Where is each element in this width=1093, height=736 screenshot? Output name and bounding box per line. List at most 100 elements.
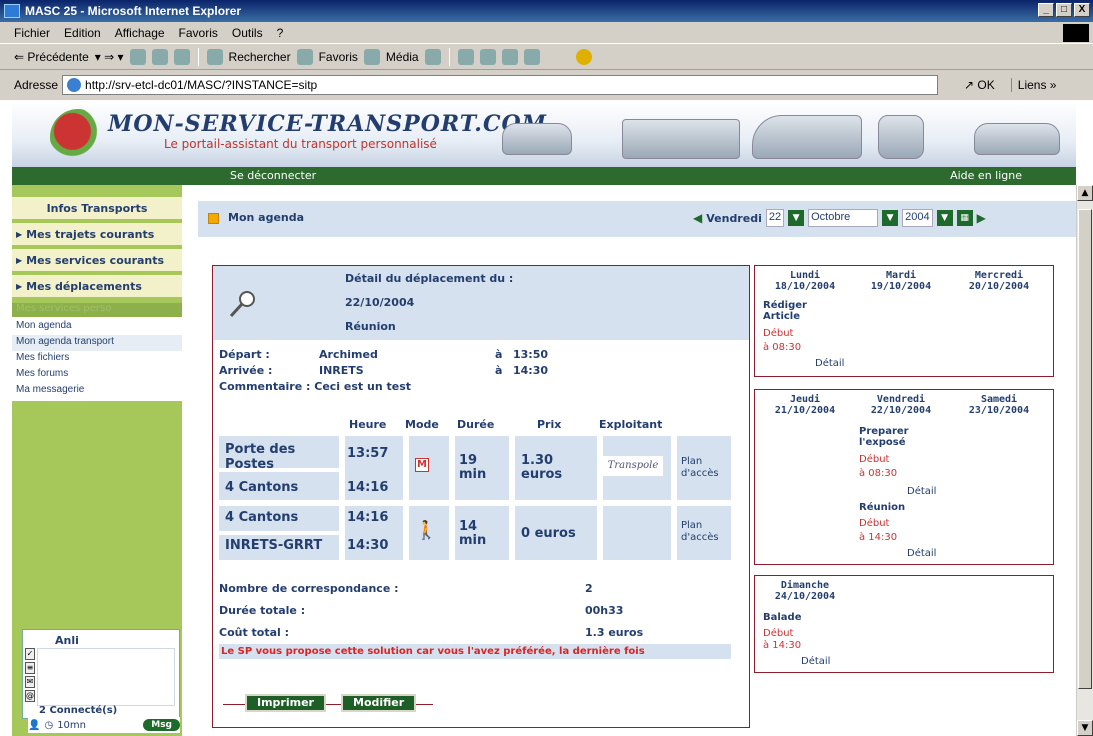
- maximize-button[interactable]: □: [1056, 3, 1072, 17]
- operator-logo: Transpole: [603, 456, 663, 476]
- menu-edition[interactable]: Edition: [64, 26, 101, 40]
- col-header-duree: Durée: [457, 418, 495, 431]
- chat-icon[interactable]: @: [25, 690, 35, 702]
- messenger-contact-list[interactable]: [37, 648, 175, 706]
- summary-value: 2: [585, 582, 593, 595]
- scroll-down-icon[interactable]: ▼: [1077, 720, 1093, 736]
- help-link[interactable]: Aide en ligne: [950, 169, 1022, 182]
- back-button[interactable]: ⇐ Précédente: [14, 50, 89, 64]
- detail-heading: Détail du déplacement du :: [345, 272, 514, 285]
- day-header: Jeudi 21/10/2004: [759, 394, 851, 416]
- month-select[interactable]: Octobre: [808, 209, 879, 227]
- sidebar-item-infos-transports[interactable]: Infos Transports: [12, 197, 182, 221]
- event-time: à 08:30: [859, 468, 898, 479]
- page-title: Mon agenda: [228, 211, 305, 224]
- menu-fichier[interactable]: Fichier: [14, 26, 50, 40]
- sidebar-item-services[interactable]: ▶ Mes services courants: [12, 249, 182, 273]
- links-button[interactable]: Liens »: [1010, 78, 1056, 92]
- prev-day-icon[interactable]: ◀: [693, 211, 702, 225]
- media-icon: [363, 48, 380, 65]
- col-header-prix: Prix: [537, 418, 562, 431]
- site-logo[interactable]: [50, 109, 106, 165]
- calendar-icon[interactable]: ▦: [956, 210, 973, 226]
- sidebar-item-forums[interactable]: Mes forums: [12, 367, 182, 383]
- toolbar-separator: [448, 47, 450, 66]
- logout-link[interactable]: Se déconnecter: [230, 169, 316, 182]
- mail-icon[interactable]: [457, 48, 474, 65]
- check-icon[interactable]: ✓: [25, 648, 35, 660]
- summary-label: Coût total :: [219, 626, 290, 639]
- menu-affichage[interactable]: Affichage: [115, 26, 165, 40]
- sidebar-item-mon-agenda[interactable]: Mon agenda: [12, 319, 182, 335]
- event-time: à 08:30: [763, 342, 802, 353]
- plan-link[interactable]: Plan d'accès: [681, 520, 727, 544]
- event-detail-link[interactable]: Détail: [907, 548, 936, 559]
- event-detail-link[interactable]: Détail: [907, 486, 936, 497]
- plan-link[interactable]: Plan d'accès: [681, 456, 727, 480]
- sidebar-item-deplacements[interactable]: ▶ Mes déplacements: [12, 275, 182, 299]
- col-header-mode: Mode: [405, 418, 439, 431]
- stop-icon[interactable]: [129, 48, 146, 65]
- msg-button[interactable]: Msg: [143, 719, 180, 731]
- trip-detail-panel: Détail du déplacement du : 22/10/2004 Ré…: [212, 265, 750, 728]
- page-scrollbar[interactable]: ▲ ▼: [1076, 185, 1093, 736]
- home-icon[interactable]: [173, 48, 190, 65]
- minimize-button[interactable]: _: [1038, 3, 1054, 17]
- refresh-icon[interactable]: [151, 48, 168, 65]
- sidebar-item-agenda-transport[interactable]: Mon agenda transport: [12, 335, 182, 351]
- sidebar-item-trajets[interactable]: ▶ Mes trajets courants: [12, 223, 182, 247]
- scroll-up-icon[interactable]: ▲: [1077, 185, 1093, 201]
- mail-icon[interactable]: ✉: [25, 676, 35, 688]
- print-button[interactable]: Imprimer: [245, 694, 326, 712]
- go-button[interactable]: ↗ OK: [964, 78, 995, 92]
- forward-button[interactable]: ▾ ⇒ ▾: [95, 50, 124, 64]
- sidebar-item-fichiers[interactable]: Mes fichiers: [12, 351, 182, 367]
- address-input[interactable]: http://srv-etcl-dc01/MASC/?INSTANCE=sitp: [62, 75, 939, 95]
- menu-help[interactable]: ?: [277, 26, 284, 40]
- menu-favoris[interactable]: Favoris: [179, 26, 218, 40]
- detail-event-name: Réunion: [345, 320, 396, 333]
- favorites-button[interactable]: Favoris: [319, 50, 358, 64]
- year-select[interactable]: 2004: [902, 209, 933, 227]
- chevron-down-icon[interactable]: ▼: [936, 210, 953, 226]
- history-icon[interactable]: [424, 48, 441, 65]
- media-button[interactable]: Média: [386, 50, 419, 64]
- next-day-icon[interactable]: ▶: [977, 211, 986, 225]
- day-select[interactable]: 22: [765, 209, 785, 227]
- close-button[interactable]: X: [1074, 3, 1090, 17]
- favorites-icon: [296, 48, 313, 65]
- discuss-icon[interactable]: [523, 48, 540, 65]
- recommendation-note: Le SP vous propose cette solution car vo…: [219, 644, 731, 659]
- day-header: Lundi 18/10/2004: [759, 270, 851, 292]
- sidebar-item-label: Mes trajets courants: [26, 227, 155, 241]
- leg-duration: 14 min: [459, 519, 487, 548]
- ie-icon: [4, 4, 20, 18]
- site-banner: MON-SERVICE-TRANSPORT.COM Le portail-ass…: [12, 101, 1076, 167]
- menu-outils[interactable]: Outils: [232, 26, 263, 40]
- sidebar-item-messagerie[interactable]: Ma messagerie: [12, 383, 182, 399]
- connected-count: 2 Connecté(s): [39, 705, 118, 716]
- agenda-icon: [208, 213, 219, 224]
- event-detail-link[interactable]: Détail: [801, 656, 830, 667]
- scroll-thumb[interactable]: [1078, 209, 1092, 689]
- edit-button[interactable]: Modifier: [341, 694, 417, 712]
- chevron-down-icon[interactable]: ▼: [788, 210, 805, 226]
- day-name: Samedi: [980, 394, 1018, 405]
- arrow-right-icon: ▶: [16, 281, 23, 291]
- messenger-status: 👤 ◷ 10mn Msg: [28, 717, 180, 733]
- print-icon[interactable]: [479, 48, 496, 65]
- day-date: 18/10/2004: [774, 281, 836, 292]
- arrive-at: à: [495, 364, 503, 377]
- event-detail-link[interactable]: Détail: [815, 358, 844, 369]
- edit-icon[interactable]: [501, 48, 518, 65]
- links-label: Liens: [1017, 78, 1047, 92]
- sidebar-sublist: Mon agenda Mon agenda transport Mes fich…: [12, 317, 182, 401]
- leg-duration: 19 min: [459, 453, 487, 482]
- document-icon[interactable]: ≡: [25, 662, 35, 674]
- messenger-icon[interactable]: [575, 48, 592, 65]
- chevron-down-icon[interactable]: ▼: [882, 210, 899, 226]
- search-button[interactable]: Rechercher: [229, 50, 291, 64]
- event-start-label: Début: [859, 454, 890, 465]
- window-titlebar: MASC 25 - Microsoft Internet Explorer _ …: [0, 0, 1093, 22]
- user-status-icon[interactable]: 👤: [28, 720, 40, 731]
